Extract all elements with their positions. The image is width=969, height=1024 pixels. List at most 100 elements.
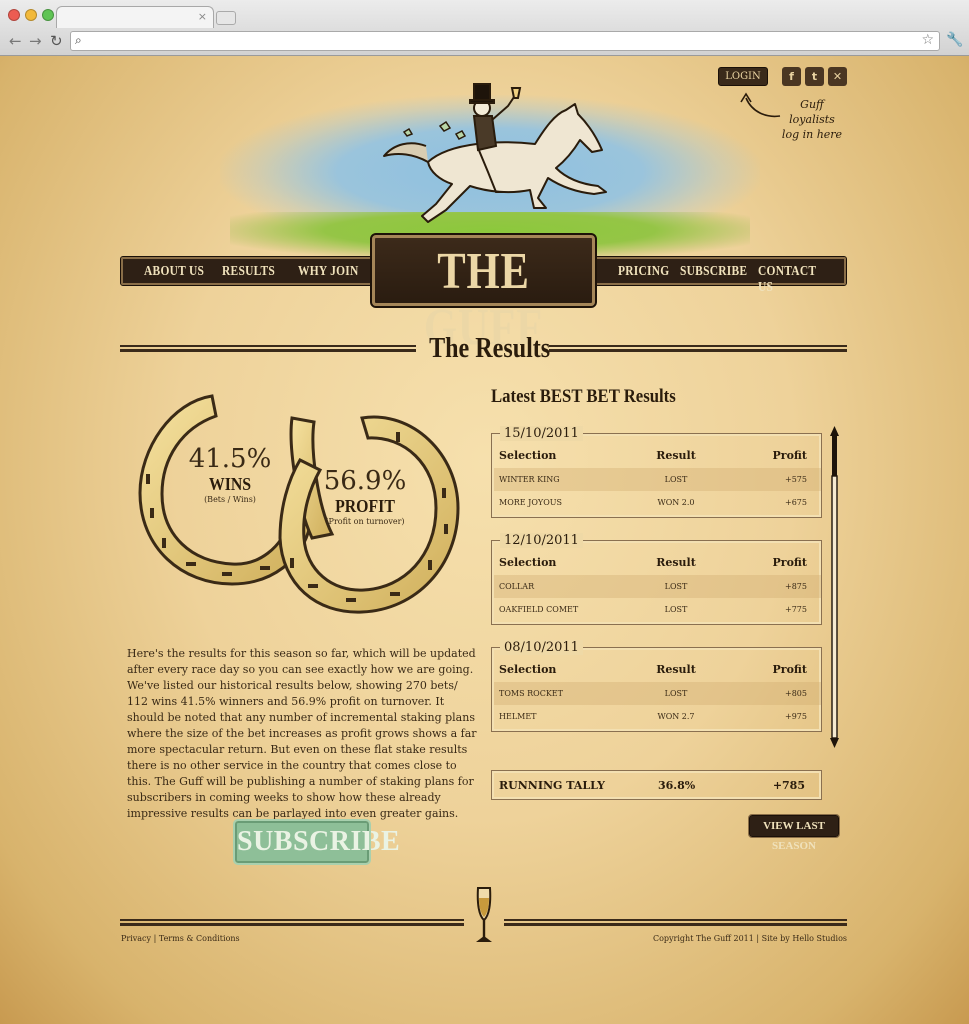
nav-results[interactable]: RESULTS (222, 264, 275, 280)
results-day: 12/10/2011 Selection Result Profit COLLA… (491, 533, 822, 625)
champagne-glass-icon (476, 887, 492, 942)
results-day: 08/10/2011 Selection Result Profit TOMS … (491, 640, 822, 732)
nav-about-us[interactable]: ABOUT US (144, 264, 204, 280)
selection-cell: COLLAR (499, 582, 535, 591)
facebook-icon[interactable]: f (782, 67, 801, 86)
header-selection: Selection (499, 449, 557, 462)
wins-stat: 41.5% WINS (Bets / Wins) (181, 444, 279, 504)
profit-sub: (Profit on turnover) (325, 517, 405, 526)
tally-profit: +785 (772, 779, 805, 792)
profit-value: 56.9% (323, 466, 407, 496)
table-row: MORE JOYOUS WON 2.0 +675 (494, 491, 821, 514)
result-cell: WON 2.7 (657, 712, 695, 721)
scroll-thumb[interactable] (832, 436, 837, 476)
share-icon[interactable]: ✕ (828, 67, 847, 86)
header-result: Result (656, 663, 696, 676)
results-date: 12/10/2011 (500, 533, 583, 548)
scroll-down-arrow-icon[interactable] (830, 738, 839, 748)
table-row: HELMET WON 2.7 +975 (494, 705, 821, 728)
profit-stat: 56.9% PROFIT (Profit on turnover) (315, 466, 415, 526)
title-divider-left (120, 345, 416, 352)
results-header-row: Selection Result Profit (494, 551, 821, 574)
terms-link[interactable]: Terms & Conditions (159, 934, 240, 943)
site-logo[interactable]: THE GUFF (370, 233, 597, 356)
subscribe-button[interactable]: SUBSCRIBE (233, 819, 400, 865)
profit-cell: +675 (785, 498, 807, 507)
profit-cell: +875 (785, 582, 807, 591)
header-profit: Profit (772, 663, 807, 676)
window-controls (8, 9, 54, 21)
tally-label: RUNNING TALLY (499, 779, 606, 792)
header-result: Result (656, 449, 696, 462)
minimize-window-button[interactable] (25, 9, 37, 21)
login-note: Guff loyalists log in here (776, 97, 848, 142)
profit-cell: +805 (785, 689, 807, 698)
selection-cell: OAKFIELD COMET (499, 605, 579, 614)
result-cell: LOST (664, 689, 688, 698)
results-scrollbar[interactable] (829, 426, 840, 748)
section-title: The Results (429, 333, 551, 364)
footer-copyright: Copyright The Guff 2011 | Site by Hello … (652, 934, 847, 943)
selection-cell: WINTER KING (499, 475, 560, 484)
nav-why-join[interactable]: WHY JOIN (298, 264, 359, 280)
browser-chrome: × ← → ↻ ⌕ ☆ 🔧 (0, 0, 969, 56)
scroll-up-arrow-icon[interactable] (830, 426, 839, 436)
header-profit: Profit (772, 556, 807, 569)
wins-label: WINS (208, 474, 252, 494)
zoom-window-button[interactable] (42, 9, 54, 21)
back-arrow-icon[interactable]: ← (9, 32, 22, 50)
table-row: COLLAR LOST +875 (494, 575, 821, 598)
table-row: WINTER KING LOST +575 (494, 468, 821, 491)
results-date: 15/10/2011 (500, 426, 583, 441)
selection-cell: HELMET (499, 712, 537, 721)
bookmark-star-icon[interactable]: ☆ (921, 32, 934, 48)
browser-tab[interactable]: × (56, 6, 214, 28)
header-profit: Profit (772, 449, 807, 462)
result-cell: LOST (664, 605, 688, 614)
results-header-row: Selection Result Profit (494, 658, 821, 681)
footer-divider-left (120, 919, 464, 926)
horse-and-rider-illustration (383, 83, 607, 223)
header-selection: Selection (499, 556, 557, 569)
nav-subscribe[interactable]: SUBSCRIBE (680, 264, 747, 280)
login-note-line1: Guff loyalists (789, 98, 835, 126)
header-selection: Selection (499, 663, 557, 676)
wins-value: 41.5% (188, 444, 272, 474)
table-row: OAKFIELD COMET LOST +775 (494, 598, 821, 621)
reload-icon[interactable]: ↻ (50, 32, 63, 50)
address-bar[interactable]: ⌕ ☆ (70, 31, 940, 51)
latest-results-title: Latest BEST BET Results (491, 386, 676, 407)
profit-cell: +775 (785, 605, 807, 614)
search-icon: ⌕ (75, 33, 82, 47)
results-date: 08/10/2011 (500, 640, 583, 655)
nav-pricing[interactable]: PRICING (618, 264, 669, 280)
selection-cell: MORE JOYOUS (499, 498, 562, 507)
running-tally: RUNNING TALLY 36.8% +785 (491, 770, 822, 800)
profit-cell: +975 (785, 712, 807, 721)
close-tab-icon[interactable]: × (198, 10, 207, 23)
results-header-row: Selection Result Profit (494, 444, 821, 467)
privacy-link[interactable]: Privacy (121, 934, 151, 943)
view-last-season-button[interactable]: VIEW LAST SEASON (748, 814, 840, 852)
results-day: 15/10/2011 Selection Result Profit WINTE… (491, 426, 822, 518)
title-divider-right (549, 345, 847, 352)
wins-sub: (Bets / Wins) (204, 495, 256, 504)
scroll-track[interactable] (831, 475, 838, 739)
profit-cell: +575 (785, 475, 807, 484)
close-window-button[interactable] (8, 9, 20, 21)
header-result: Result (656, 556, 696, 569)
result-cell: LOST (664, 582, 688, 591)
nav-contact-us[interactable]: CONTACT US (758, 264, 829, 296)
new-tab-button[interactable] (216, 11, 236, 25)
forward-arrow-icon[interactable]: → (29, 32, 42, 50)
wrench-menu-icon[interactable]: 🔧 (946, 32, 963, 48)
result-cell: LOST (664, 475, 688, 484)
footer-divider-right (504, 919, 847, 926)
results-list[interactable]: 15/10/2011 Selection Result Profit WINTE… (491, 422, 824, 742)
table-row: TOMS ROCKET LOST +805 (494, 682, 821, 705)
selection-cell: TOMS ROCKET (499, 689, 563, 698)
intro-paragraph: Here's the results for this season so fa… (127, 647, 477, 820)
twitter-icon[interactable]: t (805, 67, 824, 86)
profit-label: PROFIT (335, 496, 395, 516)
login-button[interactable]: LOGIN (718, 67, 768, 86)
